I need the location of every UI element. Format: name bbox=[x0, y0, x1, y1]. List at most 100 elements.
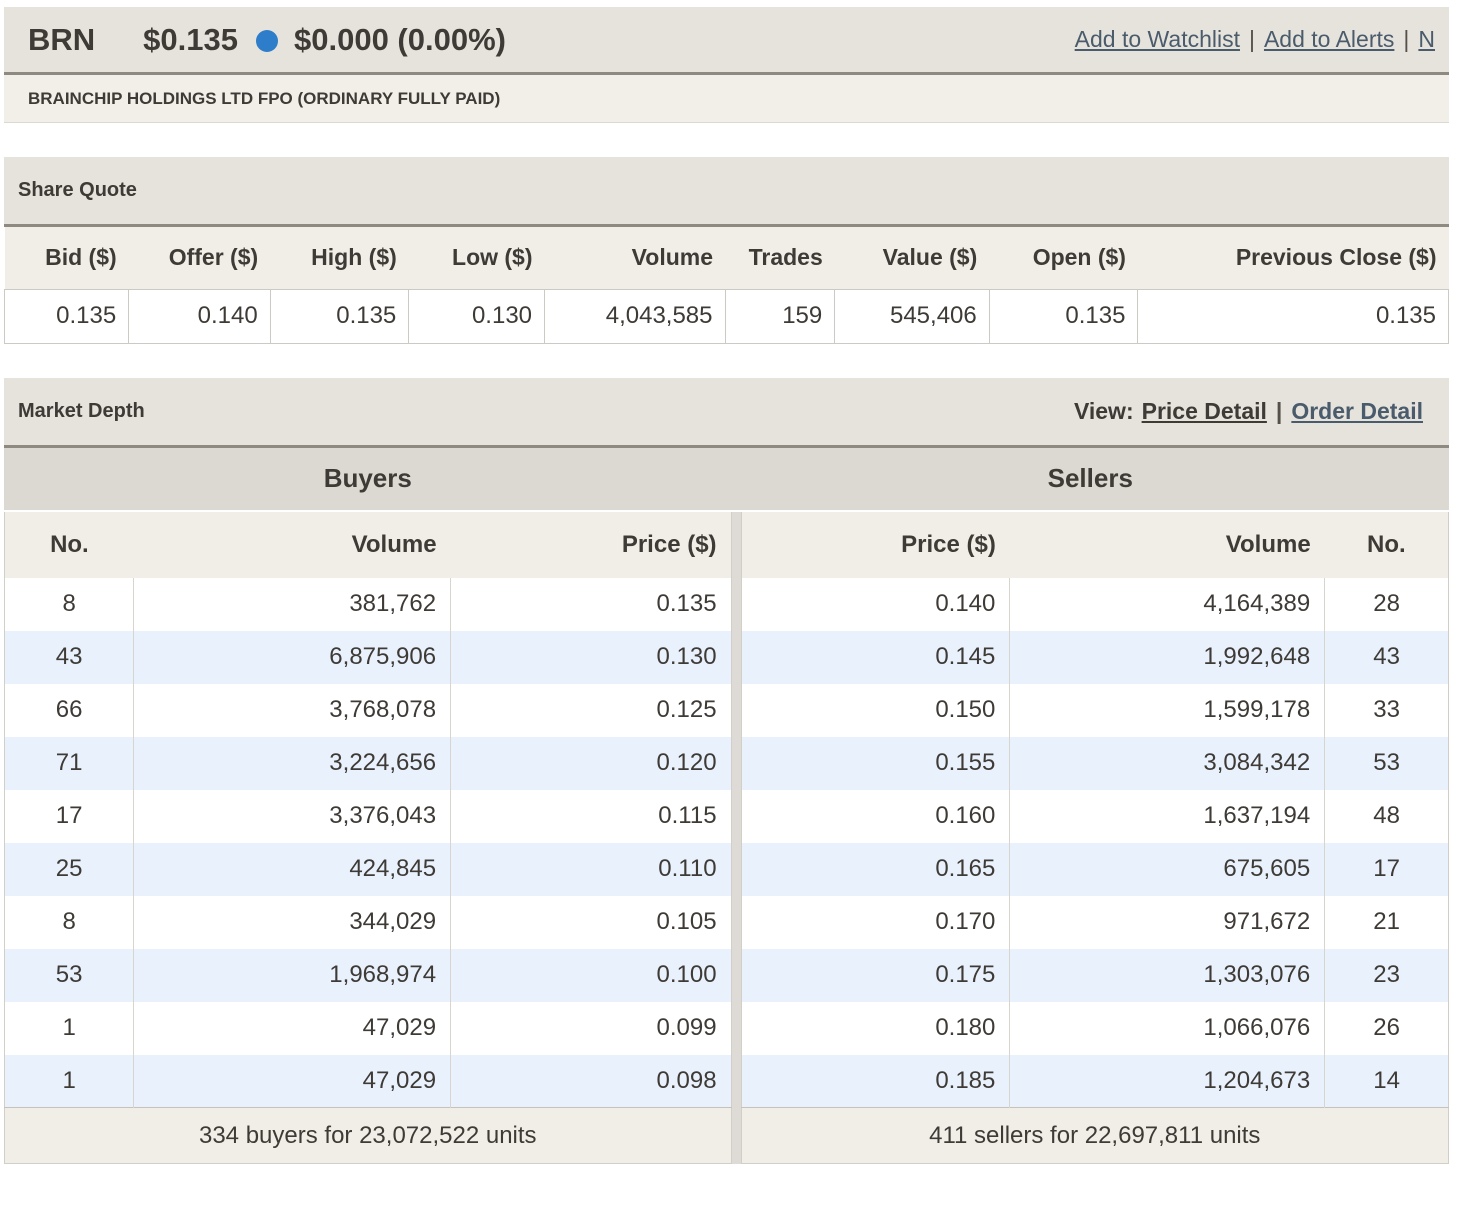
view-price-detail-link[interactable]: Price Detail bbox=[1142, 398, 1267, 424]
link-separator: | bbox=[1394, 26, 1418, 52]
table-cell: 17 bbox=[5, 790, 134, 843]
table-cell: 28 bbox=[1325, 578, 1449, 631]
table-row: 0.165675,60517 bbox=[741, 843, 1448, 896]
table-cell: 0.160 bbox=[741, 790, 1010, 843]
share-quote-header-row: Bid ($)Offer ($)High ($)Low ($)VolumeTra… bbox=[5, 227, 1449, 289]
column-header: Previous Close ($) bbox=[1138, 227, 1449, 289]
table-cell: 0.155 bbox=[741, 737, 1010, 790]
table-cell: 0.150 bbox=[741, 684, 1010, 737]
column-header: Bid ($) bbox=[5, 227, 129, 289]
table-cell: 6,875,906 bbox=[134, 631, 451, 684]
table-cell: 545,406 bbox=[835, 289, 990, 343]
table-row: 147,0290.098 bbox=[5, 1055, 732, 1108]
table-cell: 424,845 bbox=[134, 843, 451, 896]
column-header: Low ($) bbox=[409, 227, 545, 289]
sellers-table: Price ($)VolumeNo. 0.1404,164,389280.145… bbox=[741, 512, 1449, 1165]
table-cell: 0.120 bbox=[451, 737, 731, 790]
table-row: 0.1601,637,19448 bbox=[741, 790, 1448, 843]
table-cell: 3,768,078 bbox=[134, 684, 451, 737]
column-header: Volume bbox=[1010, 512, 1325, 578]
table-row: 713,224,6560.120 bbox=[5, 737, 732, 790]
table-cell: 23 bbox=[1325, 949, 1449, 1002]
header-links: Add to Watchlist|Add to Alerts|N bbox=[1075, 26, 1435, 53]
table-row: 436,875,9060.130 bbox=[5, 631, 732, 684]
table-cell: 0.170 bbox=[741, 896, 1010, 949]
table-row: 0.1553,084,34253 bbox=[741, 737, 1448, 790]
sellers-group-label: Sellers bbox=[732, 463, 1449, 494]
table-cell: 0.130 bbox=[409, 289, 545, 343]
clipped-link[interactable]: N bbox=[1418, 26, 1435, 52]
table-cell: 1,992,648 bbox=[1010, 631, 1325, 684]
table-cell: 14 bbox=[1325, 1055, 1449, 1108]
table-cell: 675,605 bbox=[1010, 843, 1325, 896]
table-row: 0.170971,67221 bbox=[741, 896, 1448, 949]
price-change: $0.000 (0.00%) bbox=[294, 22, 506, 58]
ticker-symbol: BRN bbox=[28, 22, 95, 58]
table-cell: 26 bbox=[1325, 1002, 1449, 1055]
view-label: View: bbox=[1074, 398, 1134, 424]
table-cell: 0.105 bbox=[451, 896, 731, 949]
view-order-detail-link[interactable]: Order Detail bbox=[1291, 398, 1423, 424]
table-row: 0.1501,599,17833 bbox=[741, 684, 1448, 737]
table-cell: 8 bbox=[5, 578, 134, 631]
table-cell: 66 bbox=[5, 684, 134, 737]
table-row: 8344,0290.105 bbox=[5, 896, 732, 949]
link-separator: | bbox=[1240, 26, 1264, 52]
table-cell: 0.140 bbox=[741, 578, 1010, 631]
table-row: 25424,8450.110 bbox=[5, 843, 732, 896]
add-to-watchlist-link[interactable]: Add to Watchlist bbox=[1075, 26, 1240, 52]
table-cell: 1,303,076 bbox=[1010, 949, 1325, 1002]
table-row: 663,768,0780.125 bbox=[5, 684, 732, 737]
table-cell: 1 bbox=[5, 1002, 134, 1055]
table-cell: 1 bbox=[5, 1055, 134, 1108]
table-cell: 47,029 bbox=[134, 1002, 451, 1055]
share-quote-value-row: 0.1350.1400.1350.1304,043,585159545,4060… bbox=[5, 289, 1449, 343]
table-cell: 1,968,974 bbox=[134, 949, 451, 1002]
link-separator: | bbox=[1267, 398, 1291, 424]
table-cell: 33 bbox=[1325, 684, 1449, 737]
buyers-table: No.VolumePrice ($) 8381,7620.135436,875,… bbox=[4, 512, 732, 1165]
table-cell: 71 bbox=[5, 737, 134, 790]
table-cell: 381,762 bbox=[134, 578, 451, 631]
buyers-summary: 334 buyers for 23,072,522 units bbox=[5, 1108, 732, 1164]
column-header: Open ($) bbox=[989, 227, 1138, 289]
table-cell: 1,599,178 bbox=[1010, 684, 1325, 737]
table-cell: 0.145 bbox=[741, 631, 1010, 684]
table-cell: 0.135 bbox=[5, 289, 129, 343]
table-cell: 0.100 bbox=[451, 949, 731, 1002]
table-cell: 3,224,656 bbox=[134, 737, 451, 790]
table-row: 173,376,0430.115 bbox=[5, 790, 732, 843]
column-header: No. bbox=[5, 512, 134, 578]
table-row: 0.1404,164,38928 bbox=[741, 578, 1448, 631]
share-quote-title: Share Quote bbox=[18, 179, 137, 202]
column-header: High ($) bbox=[270, 227, 409, 289]
table-cell: 8 bbox=[5, 896, 134, 949]
table-cell: 0.165 bbox=[741, 843, 1010, 896]
market-depth-title-bar: Market Depth View:Price Detail|Order Det… bbox=[4, 378, 1449, 448]
sellers-header-row: Price ($)VolumeNo. bbox=[741, 512, 1448, 578]
table-cell: 0.125 bbox=[451, 684, 731, 737]
buyers-footer-row: 334 buyers for 23,072,522 units bbox=[5, 1108, 732, 1164]
table-cell: 0.185 bbox=[741, 1055, 1010, 1108]
quote-summary-bar: BRN $0.135 $0.000 (0.00%) Add to Watchli… bbox=[4, 7, 1449, 75]
sellers-footer-row: 411 sellers for 22,697,811 units bbox=[741, 1108, 1448, 1164]
company-name: BRAINCHIP HOLDINGS LTD FPO (ORDINARY FUL… bbox=[28, 89, 500, 109]
share-quote-title-bar: Share Quote bbox=[4, 157, 1449, 227]
column-header: No. bbox=[1325, 512, 1449, 578]
view-switcher: View: Price Detail|Order Detail bbox=[1074, 398, 1423, 425]
table-row: 0.1801,066,07626 bbox=[741, 1002, 1448, 1055]
buyers-table-box: No.VolumePrice ($) 8381,7620.135436,875,… bbox=[4, 512, 732, 1165]
share-quote-table: Bid ($)Offer ($)High ($)Low ($)VolumeTra… bbox=[4, 227, 1449, 344]
table-cell: 0.099 bbox=[451, 1002, 731, 1055]
table-cell: 0.098 bbox=[451, 1055, 731, 1108]
table-cell: 25 bbox=[5, 843, 134, 896]
column-header: Offer ($) bbox=[129, 227, 271, 289]
table-row: 0.1451,992,64843 bbox=[741, 631, 1448, 684]
company-name-bar: BRAINCHIP HOLDINGS LTD FPO (ORDINARY FUL… bbox=[4, 75, 1449, 123]
table-cell: 43 bbox=[1325, 631, 1449, 684]
last-price: $0.135 bbox=[143, 22, 238, 58]
table-cell: 0.110 bbox=[451, 843, 731, 896]
column-header: Volume bbox=[545, 227, 726, 289]
price-status-dot-icon bbox=[256, 30, 278, 52]
add-to-alerts-link[interactable]: Add to Alerts bbox=[1264, 26, 1394, 52]
